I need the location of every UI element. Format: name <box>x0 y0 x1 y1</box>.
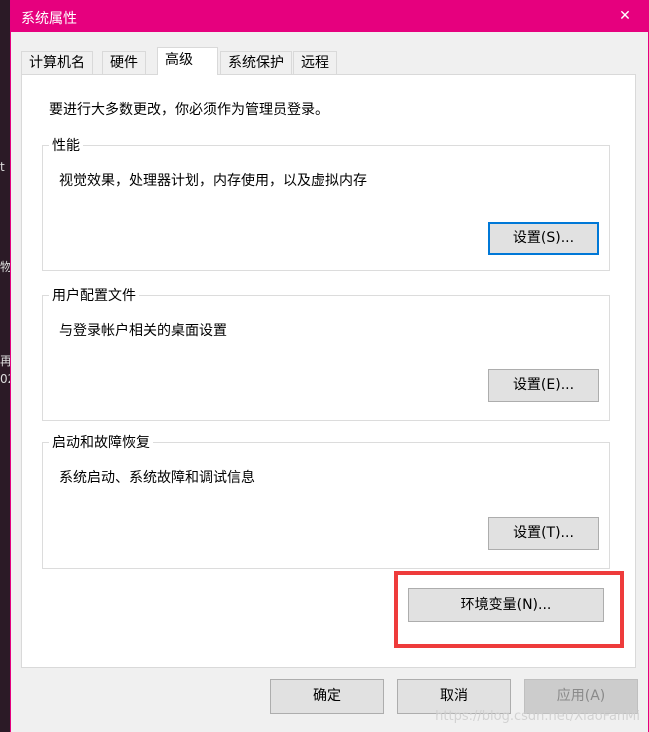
group-title: 用户配置文件 <box>49 285 139 305</box>
performance-settings-button[interactable]: 设置(S)... <box>488 222 599 255</box>
ok-button[interactable]: 确定 <box>270 679 384 714</box>
group-description: 系统启动、系统故障和调试信息 <box>59 470 255 486</box>
watermark: https://blog.csdn.net/XiaoFanMi <box>435 709 640 724</box>
group-description: 视觉效果，处理器计划，内存使用，以及虚拟内存 <box>59 173 367 189</box>
tab-computer-name[interactable]: 计算机名 <box>21 51 93 74</box>
tab-hardware[interactable]: 硬件 <box>102 51 146 74</box>
startup-recovery-group: 启动和故障恢复 系统启动、系统故障和调试信息 设置(T)... <box>42 432 610 569</box>
group-title: 性能 <box>49 135 83 155</box>
tab-remote[interactable]: 远程 <box>293 51 337 74</box>
group-description: 与登录帐户相关的桌面设置 <box>59 323 227 339</box>
group-title: 启动和故障恢复 <box>49 432 153 452</box>
user-profiles-settings-button[interactable]: 设置(E)... <box>488 369 599 402</box>
tab-advanced[interactable]: 高级 <box>157 47 218 75</box>
tab-system-protection[interactable]: 系统保护 <box>220 51 292 74</box>
close-icon: ✕ <box>619 8 631 24</box>
performance-group: 性能 视觉效果，处理器计划，内存使用，以及虚拟内存 设置(S)... <box>42 135 610 271</box>
startup-recovery-settings-button[interactable]: 设置(T)... <box>488 517 599 550</box>
window-title: 系统属性 <box>21 11 77 27</box>
environment-variables-button[interactable]: 环境变量(N)... <box>408 588 604 622</box>
close-button[interactable]: ✕ <box>602 0 648 32</box>
desktop-text-fragment: t <box>0 160 5 174</box>
user-profiles-group: 用户配置文件 与登录帐户相关的桌面设置 设置(E)... <box>42 285 610 421</box>
system-properties-dialog: 系统属性 ✕ 计算机名 硬件 高级 系统保护 远程 要进行大多数更改，你必须作为… <box>10 0 649 732</box>
title-bar[interactable]: 系统属性 ✕ <box>11 0 648 32</box>
advanced-tab-panel: 要进行大多数更改，你必须作为管理员登录。 性能 视觉效果，处理器计划，内存使用，… <box>21 74 636 668</box>
admin-notice: 要进行大多数更改，你必须作为管理员登录。 <box>49 102 329 118</box>
